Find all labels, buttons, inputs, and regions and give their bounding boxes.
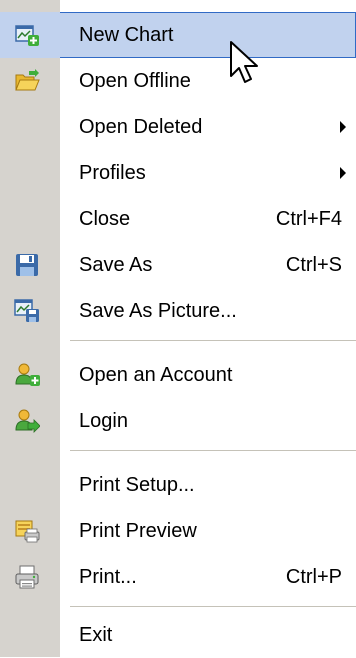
mouse-cursor-icon bbox=[230, 41, 258, 83]
menu-item-shortcut: Ctrl+F4 bbox=[275, 208, 342, 230]
menu-item-close[interactable]: Close Ctrl+F4 bbox=[0, 196, 356, 242]
menu-item-new-chart[interactable]: New Chart bbox=[0, 12, 356, 58]
open-folder-icon bbox=[15, 69, 40, 91]
menu-item-label: Save As bbox=[79, 254, 153, 276]
menu-item-label: Close bbox=[79, 208, 131, 230]
menu-separator bbox=[70, 340, 356, 341]
menu-item-label: Open an Account bbox=[79, 364, 233, 386]
menu-separator bbox=[70, 606, 356, 607]
menu-item-label: Print Setup... bbox=[79, 474, 195, 496]
menu-item-open-account[interactable]: Open an Account bbox=[0, 352, 356, 398]
menu-item-label: Print... bbox=[79, 566, 137, 588]
login-icon bbox=[15, 409, 40, 433]
menu-item-save-as[interactable]: Save As Ctrl+S bbox=[0, 242, 356, 288]
menu-item-shortcut: Ctrl+P bbox=[285, 566, 342, 588]
open-account-icon bbox=[15, 363, 40, 386]
menu-item-open-offline[interactable]: Open Offline bbox=[0, 58, 356, 104]
menu-item-label: Open Offline bbox=[79, 70, 191, 92]
menu-item-label: Open Deleted bbox=[79, 116, 203, 138]
menu-item-shortcut: Ctrl+S bbox=[285, 254, 342, 276]
print-preview-icon bbox=[15, 520, 40, 543]
submenu-arrow-icon bbox=[340, 167, 346, 179]
print-icon bbox=[15, 565, 39, 589]
menu-item-label: Save As Picture... bbox=[79, 300, 237, 322]
menu-separator bbox=[70, 450, 356, 451]
menu-item-exit[interactable]: Exit bbox=[0, 612, 356, 658]
menu-item-label: Exit bbox=[79, 624, 113, 646]
file-menu: New Chart Open Offline Open Deleted Prof… bbox=[0, 0, 356, 657]
menu-item-print-setup[interactable]: Print Setup... bbox=[0, 462, 356, 508]
menu-item-print-preview[interactable]: Print Preview bbox=[0, 508, 356, 554]
menu-item-label: Profiles bbox=[79, 162, 146, 184]
menu-item-login[interactable]: Login bbox=[0, 398, 356, 444]
menu-item-profiles[interactable]: Profiles bbox=[0, 150, 356, 196]
save-picture-icon bbox=[14, 299, 39, 322]
menu-item-open-deleted[interactable]: Open Deleted bbox=[0, 104, 356, 150]
menu-item-label: Login bbox=[79, 410, 128, 432]
save-icon bbox=[16, 254, 38, 276]
menu-item-label: Print Preview bbox=[79, 520, 197, 542]
menu-item-label: New Chart bbox=[79, 24, 174, 46]
submenu-arrow-icon bbox=[340, 121, 346, 133]
new-chart-icon bbox=[15, 25, 39, 46]
menu-item-print[interactable]: Print... Ctrl+P bbox=[0, 554, 356, 600]
menu-item-save-as-picture[interactable]: Save As Picture... bbox=[0, 288, 356, 334]
